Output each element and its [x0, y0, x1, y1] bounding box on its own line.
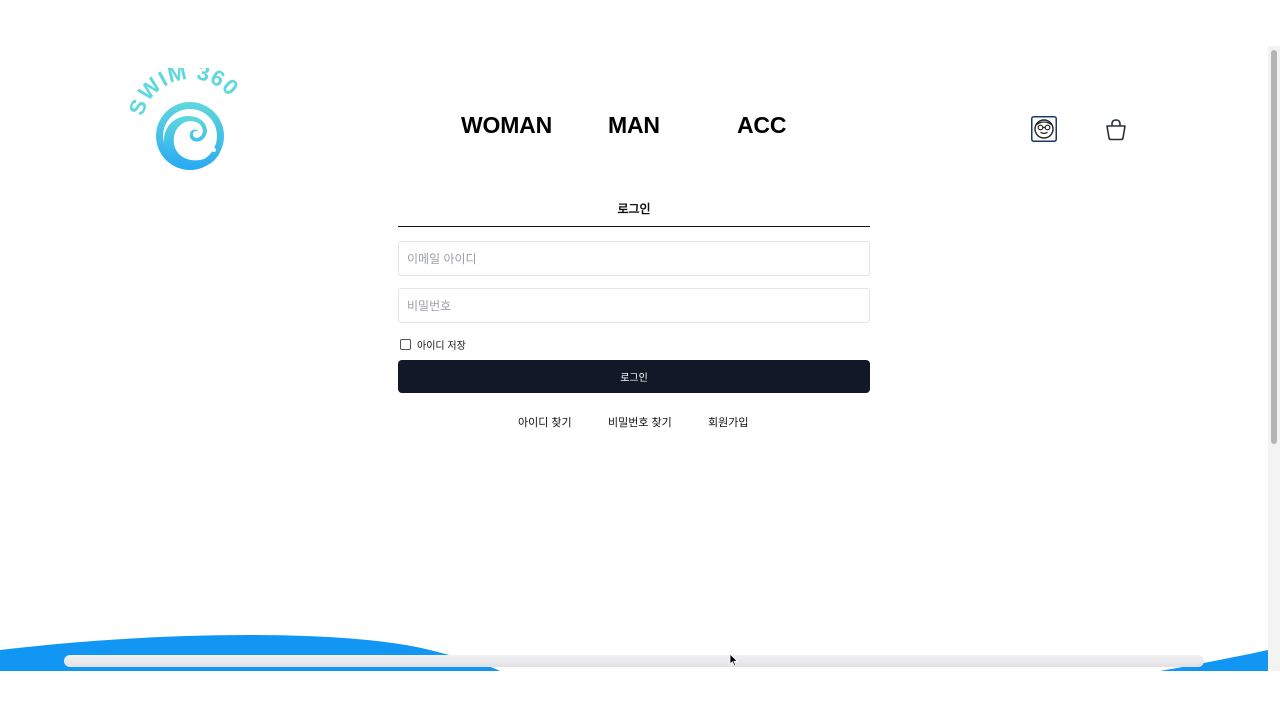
window-bottom-area: [0, 671, 1280, 720]
main-nav: WOMAN MAN ACC: [0, 112, 1268, 142]
signup-link[interactable]: 회원가입: [708, 414, 748, 430]
login-form: 로그인 아이디 저장 로그인: [398, 200, 870, 393]
page: SWIM 360 WOMAN MAN ACC: [0, 0, 1268, 671]
shopping-bag-icon[interactable]: [1104, 117, 1128, 141]
remember-id-checkbox[interactable]: [400, 338, 411, 350]
swimmer-face-icon[interactable]: [1031, 116, 1057, 142]
find-id-link[interactable]: 아이디 찾기: [518, 414, 572, 430]
nav-acc[interactable]: ACC: [737, 112, 786, 139]
browser-viewport: SWIM 360 WOMAN MAN ACC: [0, 0, 1280, 720]
account-links: 아이디 찾기 비밀번호 찾기 회원가입: [0, 414, 1268, 430]
find-password-link[interactable]: 비밀번호 찾기: [608, 414, 672, 430]
mouse-cursor-icon: [729, 653, 739, 667]
vertical-scrollbar-thumb[interactable]: [1271, 50, 1277, 444]
remember-id-row: 아이디 저장: [398, 337, 870, 352]
email-input[interactable]: [398, 241, 870, 276]
login-tab[interactable]: 로그인: [398, 200, 870, 227]
scrollbar-top-gap: [1268, 0, 1280, 46]
nav-woman[interactable]: WOMAN: [461, 112, 552, 139]
horizontal-scrollbar[interactable]: [64, 655, 1204, 667]
login-button[interactable]: 로그인: [398, 360, 870, 393]
remember-id-label[interactable]: 아이디 저장: [417, 337, 466, 352]
nav-man[interactable]: MAN: [608, 112, 660, 139]
password-input[interactable]: [398, 288, 870, 323]
vertical-scrollbar[interactable]: [1268, 46, 1280, 671]
